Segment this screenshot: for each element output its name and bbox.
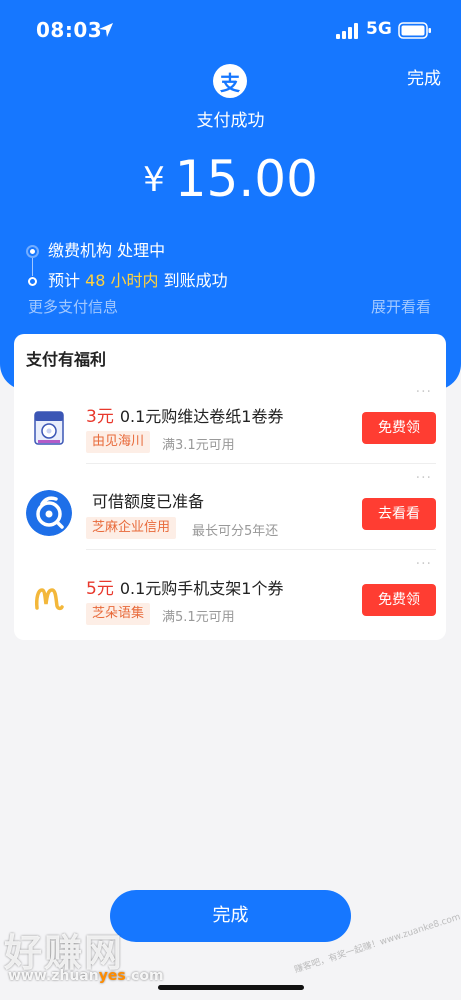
benefit-price: 3元	[86, 407, 114, 427]
brand-m-icon	[26, 576, 72, 622]
benefits-title: 支付有福利	[26, 350, 107, 369]
done-button[interactable]: 完成	[110, 890, 351, 942]
timeline-dot-pending	[28, 277, 37, 286]
status-bar: 08:03 5G	[0, 0, 461, 56]
benefit-title: 0.1元购维达卷纸1卷券	[119, 407, 284, 426]
more-payment-info-link[interactable]: 更多支付信息	[28, 296, 118, 317]
tissue-roll-icon	[26, 404, 72, 450]
progress-timeline: 缴费机构 处理中 预计 48 小时内 到账成功	[26, 240, 228, 300]
benefit-headline: 可借额度已准备	[86, 488, 204, 512]
benefits-card: 支付有福利 ··· 3元 0.1元购维达卷纸1卷券 由见海川 满3.1元可用 免费…	[14, 334, 446, 640]
benefit-condition: 满5.1元可用	[162, 610, 235, 625]
timeline-dot-active	[28, 247, 37, 256]
expand-link[interactable]: 展开看看	[371, 296, 431, 317]
battery-icon	[398, 22, 431, 39]
signal-icon	[336, 23, 358, 39]
amount-value: 15.00	[174, 150, 318, 208]
divider	[86, 463, 436, 464]
done-link-top[interactable]: 完成	[407, 64, 441, 89]
timeline-step-2-prefix: 预计	[48, 271, 86, 290]
payment-amount: ¥15.00	[0, 150, 461, 208]
benefit-condition: 最长可分5年还	[192, 524, 279, 539]
home-indicator[interactable]	[158, 985, 304, 990]
watermark-url-pre: www.zhuan	[8, 968, 99, 984]
more-options-icon[interactable]: ···	[416, 384, 432, 400]
credit-loan-icon	[26, 490, 72, 536]
benefit-price: 5元	[86, 579, 114, 599]
watermark-url: www.zhuanyes.com	[8, 968, 164, 984]
benefit-item-phone-stand[interactable]: ··· 5元 0.1元购手机支架1个券 芝朵语集 满5.1元可用 免费领	[14, 556, 446, 642]
network-label: 5G	[366, 19, 392, 39]
view-button[interactable]: 去看看	[362, 498, 436, 530]
more-options-icon[interactable]: ···	[416, 470, 432, 486]
divider	[86, 549, 436, 550]
timeline-step-2-suffix: 到账成功	[158, 271, 228, 290]
payment-status-title: 支付成功	[196, 111, 265, 131]
merchant-tag: 由见海川	[86, 431, 151, 453]
alipay-logo-icon: 支	[213, 64, 247, 98]
claim-free-button[interactable]: 免费领	[362, 584, 436, 616]
benefit-title: 可借额度已准备	[92, 492, 205, 511]
status-time: 08:03	[36, 18, 103, 42]
benefit-headline: 5元 0.1元购手机支架1个券	[86, 574, 283, 599]
merchant-tag: 芝朵语集	[86, 603, 151, 625]
currency-symbol: ¥	[143, 160, 165, 200]
merchant-tag: 芝麻企业信用	[86, 517, 177, 539]
more-options-icon[interactable]: ···	[416, 556, 432, 572]
watermark-url-highlight: yes	[98, 968, 126, 984]
benefit-condition: 满3.1元可用	[162, 438, 235, 453]
benefit-title: 0.1元购手机支架1个券	[119, 579, 284, 598]
timeline-step-1-text: 缴费机构 处理中	[48, 241, 166, 260]
benefit-item-tissue[interactable]: ··· 3元 0.1元购维达卷纸1卷券 由见海川 满3.1元可用 免费领	[14, 384, 446, 470]
benefit-headline: 3元 0.1元购维达卷纸1卷券	[86, 402, 283, 427]
claim-free-button[interactable]: 免费领	[362, 412, 436, 444]
benefit-item-credit[interactable]: ··· 可借额度已准备 芝麻企业信用 最长可分5年还 去看看	[14, 470, 446, 556]
watermark-url-post: .com	[125, 968, 164, 984]
timeline-step-1: 缴费机构 处理中	[26, 240, 228, 276]
location-arrow-icon	[99, 23, 113, 37]
timeline-step-2-highlight: 48 小时内	[85, 271, 159, 290]
